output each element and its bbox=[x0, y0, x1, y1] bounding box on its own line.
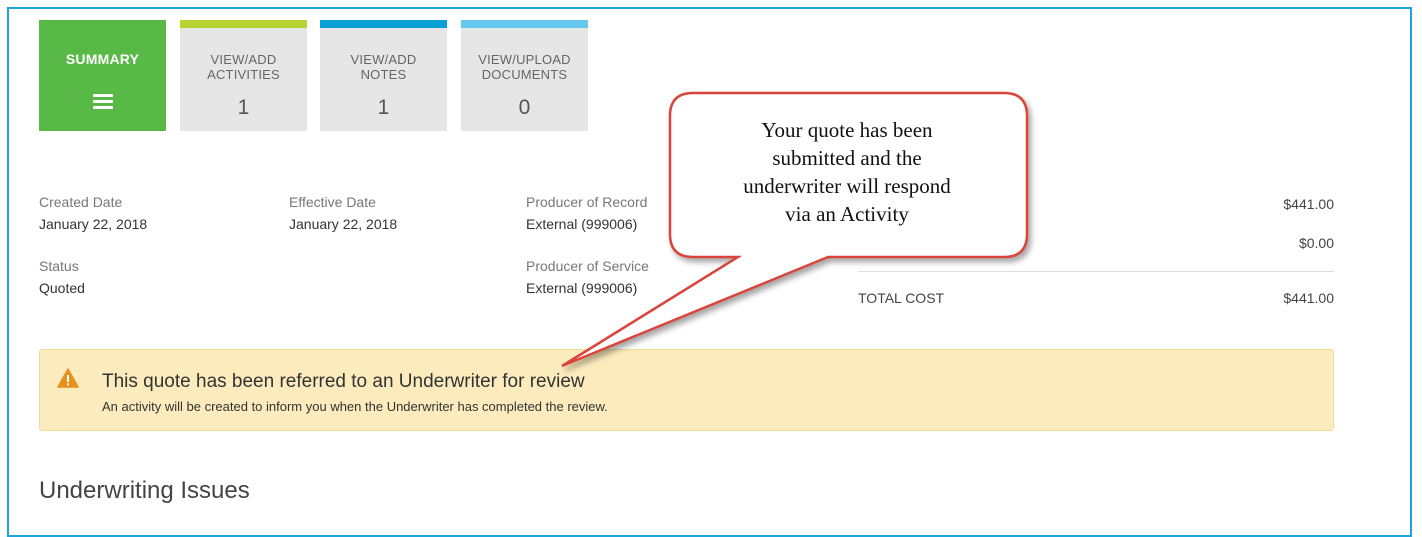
callout-line: Your quote has been bbox=[761, 118, 933, 142]
callout-line: underwriter will respond bbox=[743, 174, 951, 198]
callout-bubble bbox=[561, 91, 1029, 368]
callout-line: submitted and the bbox=[772, 146, 922, 170]
callout-text: Your quote has been submitted and the un… bbox=[672, 116, 1022, 228]
callout-line: via an Activity bbox=[785, 202, 909, 226]
